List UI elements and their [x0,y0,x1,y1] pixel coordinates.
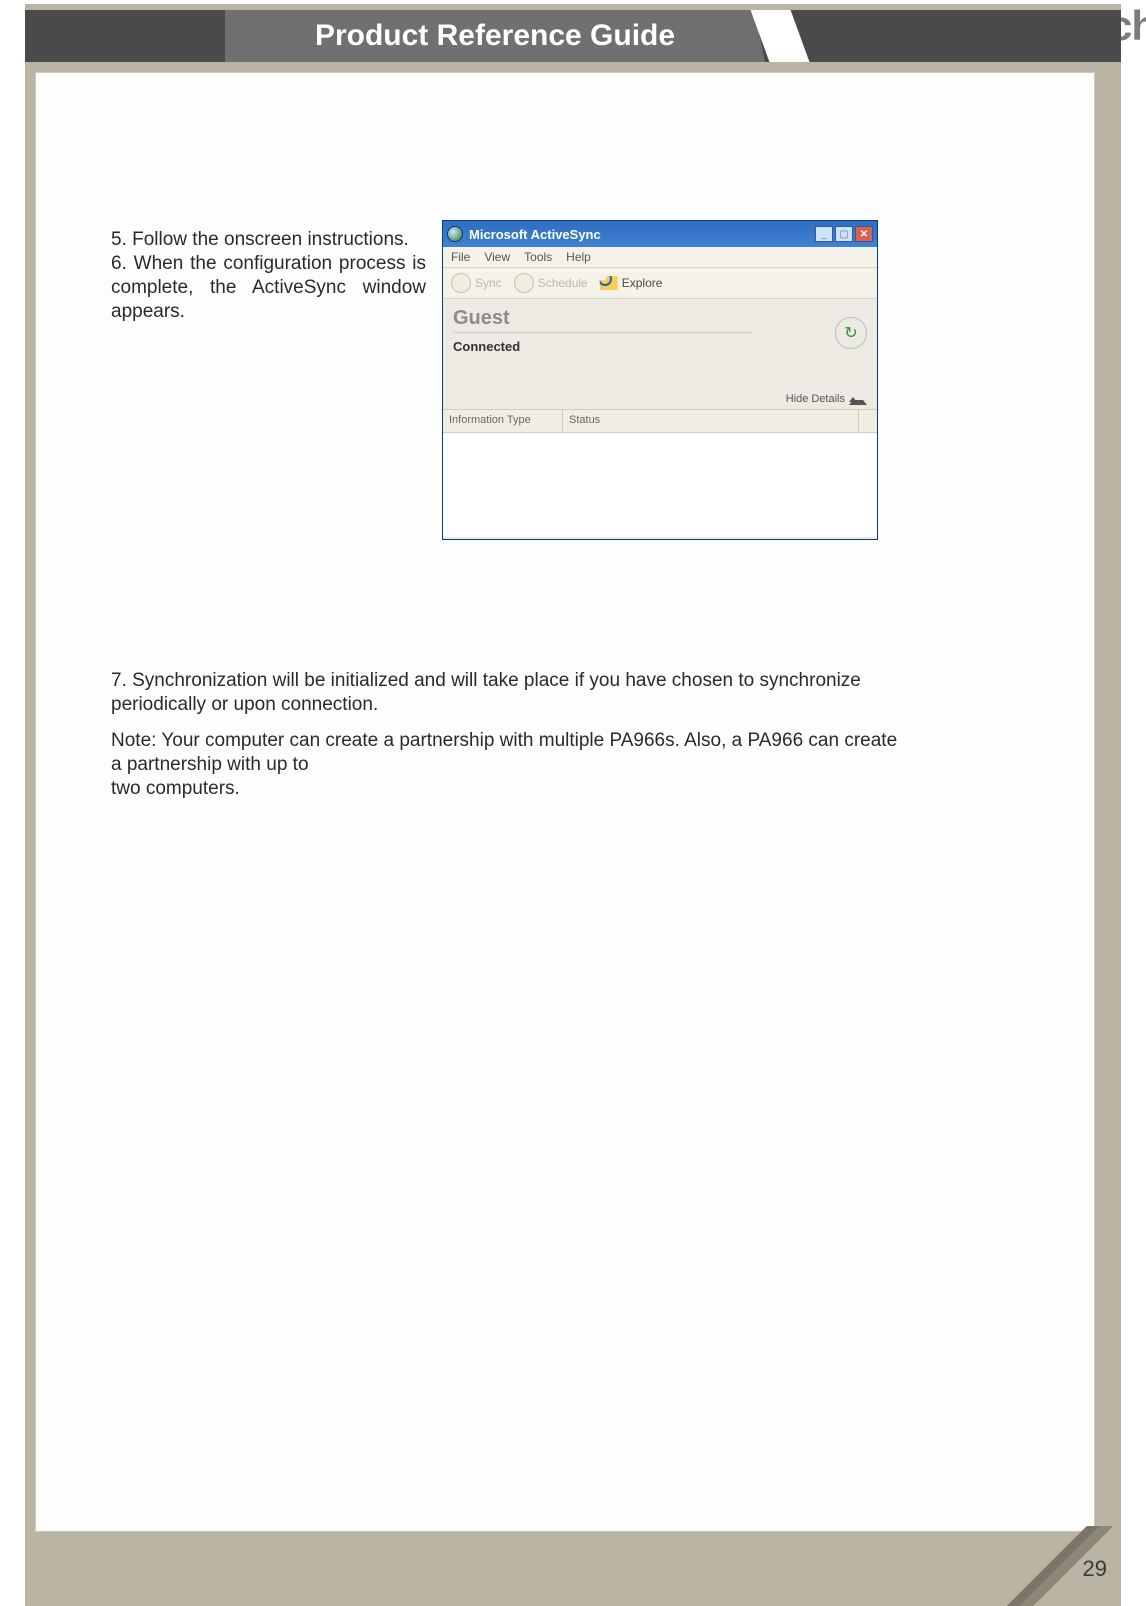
activesync-title-text: Microsoft ActiveSync [469,227,601,242]
activesync-toolbar: Sync Schedule Explore [443,268,877,299]
activesync-app-icon [447,226,463,242]
page-background: Product Reference Guide 5. Follow the on… [25,0,1121,1606]
page-title: Product Reference Guide [225,10,765,62]
note-line-1: Note: Your computer can create a partner… [111,730,897,775]
content-panel: 5. Follow the onscreen instructions. 6. … [35,72,1095,1532]
toolbar-sync-label: Sync [475,276,502,290]
faded-content-area [126,818,996,1418]
menu-tools[interactable]: Tools [524,250,552,264]
minimize-button[interactable]: _ [815,226,833,242]
step-7: 7. Synchronization will be initialized a… [111,670,861,715]
step-5: 5. Follow the onscreen instructions. [111,229,409,250]
menu-help[interactable]: Help [566,250,591,264]
sync-icon [451,273,471,293]
toolbar-sync[interactable]: Sync [451,273,502,293]
window-control-buttons: _ ▢ ✕ [815,226,873,242]
activesync-empty-list [443,433,877,537]
activesync-title-left: Microsoft ActiveSync [447,226,601,242]
steps-5-6-block: 5. Follow the onscreen instructions. 6. … [111,228,426,324]
toolbar-explore-label: Explore [622,276,663,290]
header-dark-strip: Product Reference Guide [25,10,1121,62]
activesync-titlebar: Microsoft ActiveSync _ ▢ ✕ [443,221,877,247]
activesync-menubar: File View Tools Help [443,247,877,268]
schedule-icon [514,273,534,293]
column-spacer [859,410,877,432]
activesync-guest-label: Guest [453,307,753,333]
sync-status-icon: ↻ [835,317,867,349]
toolbar-schedule-label: Schedule [538,276,588,290]
page-number: 29 [1083,1556,1107,1582]
menu-view[interactable]: View [484,250,510,264]
column-status[interactable]: Status [563,410,859,432]
explore-icon [600,276,618,290]
chevron-up-icon [849,392,867,405]
note-line-2: two computers. [111,778,240,799]
column-information-type[interactable]: Information Type [443,410,563,432]
hide-details-toggle[interactable]: Hide Details [786,392,867,405]
activesync-body: Guest Connected ↻ Hide Details [443,299,877,409]
close-button[interactable]: ✕ [855,226,873,242]
note-block: Note: Your computer can create a partner… [111,729,901,801]
maximize-button[interactable]: ▢ [835,226,853,242]
header-band: Product Reference Guide [25,0,1121,68]
step-7-block: 7. Synchronization will be initialized a… [111,669,901,717]
step-6: 6. When the configuration process is com… [111,253,426,322]
activesync-window: Microsoft ActiveSync _ ▢ ✕ File View Too… [442,220,878,540]
hide-details-label: Hide Details [786,393,845,405]
toolbar-explore[interactable]: Explore [600,276,663,290]
activesync-status-connected: Connected [453,339,867,354]
menu-file[interactable]: File [451,250,470,264]
activesync-column-headers: Information Type Status [443,409,877,433]
toolbar-schedule[interactable]: Schedule [514,273,588,293]
